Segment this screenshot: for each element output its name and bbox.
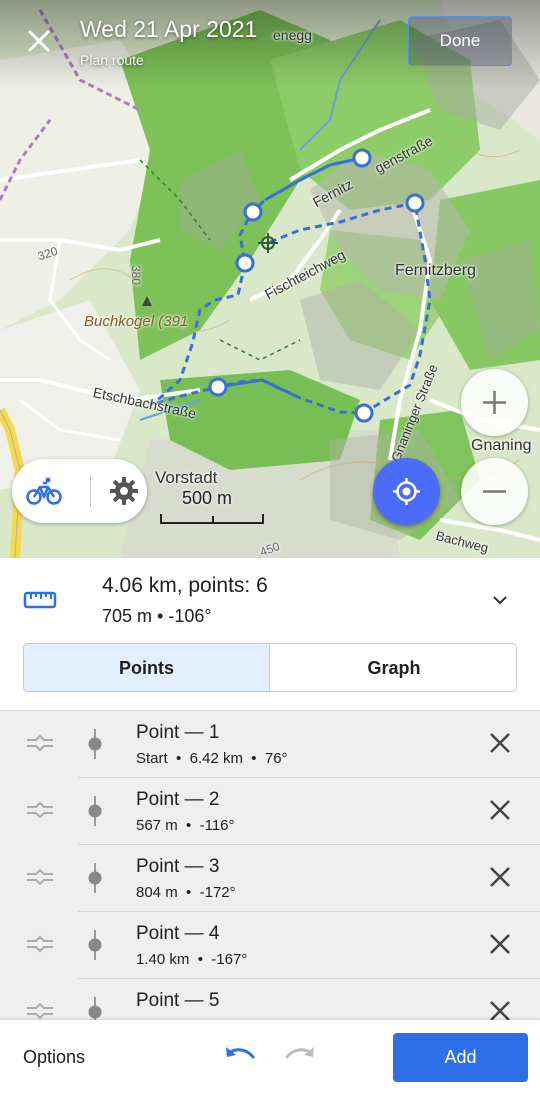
pill-divider [90,475,91,507]
map-scale-label: 500 m [182,488,233,508]
list-item[interactable]: Point — 4 1.40 km • -167° [0,912,540,979]
bicycle-icon [26,477,62,505]
redo-icon[interactable] [282,1042,318,1072]
route-elevation-info: 705 m • -106° [102,606,212,626]
drag-handle-icon[interactable] [25,867,55,887]
close-icon[interactable] [484,794,516,826]
point-title: Point — 4 [136,923,220,944]
map-label-enegg: enegg [273,27,312,43]
map-scale-bar [160,514,264,524]
done-button[interactable]: Done [408,16,512,66]
drag-handle-icon[interactable] [25,800,55,820]
bottom-action-bar: Options Add [0,1020,540,1094]
list-item[interactable]: Point — 5 [0,979,540,1020]
drag-handle-icon[interactable] [25,733,55,753]
crosshair-icon [393,478,420,505]
gear-icon [110,477,138,505]
map-label-vorstadt: Vorstadt [155,468,218,487]
page-title: Wed 21 Apr 2021 [80,16,258,42]
close-button[interactable] [18,20,60,62]
map-label-buchkogel: Buchkogel (391 [84,313,189,330]
point-meta: Start • 6.42 km • 76° [136,750,288,767]
point-marker-icon [88,930,102,960]
page-subtitle: Plan route [80,52,144,68]
point-marker-icon [88,997,102,1020]
route-distance-points: 4.06 km, points: 6 [102,574,268,597]
point-marker-icon [88,796,102,826]
minus-icon [483,490,506,493]
route-settings-button[interactable] [108,475,140,507]
point-marker-icon [88,863,102,893]
list-item[interactable]: Point — 2 567 m • -116° [0,778,540,845]
map-label-fernitzberg: Fernitzberg [395,262,476,279]
close-icon[interactable] [484,928,516,960]
list-item[interactable]: Point — 1 Start • 6.42 km • 76° [0,711,540,778]
point-meta: 804 m • -172° [136,884,236,901]
close-icon [28,30,50,52]
drag-handle-icon[interactable] [25,1001,55,1020]
map-label-gnaning: Gnaning [471,437,532,454]
zoom-out-button[interactable] [461,458,528,525]
list-item[interactable]: Point — 3 804 m • -172° [0,845,540,912]
point-title: Point — 1 [136,722,220,743]
view-tabs: Points Graph [23,643,517,692]
chevron-down-icon[interactable] [488,588,512,612]
close-icon[interactable] [484,995,516,1020]
close-icon[interactable] [484,861,516,893]
add-button[interactable]: Add [393,1033,528,1082]
close-icon[interactable] [484,727,516,759]
routing-mode-pill [12,459,147,523]
tab-graph[interactable]: Graph [270,644,516,691]
options-button[interactable]: Options [23,1047,85,1068]
point-meta: 1.40 km • -167° [136,951,248,968]
zoom-in-button[interactable] [461,369,528,436]
my-location-button[interactable] [373,458,440,525]
drag-handle-icon[interactable] [25,934,55,954]
plus-icon [483,391,506,414]
points-list[interactable]: Point — 1 Start • 6.42 km • 76° Point — … [0,710,540,1020]
undo-icon[interactable] [222,1042,258,1072]
map-view[interactable]: Fernitzberg Buchkogel (391 Vorstadt Gnan… [0,0,540,558]
point-meta: 567 m • -116° [136,817,235,834]
ruler-icon [23,591,57,609]
point-title: Point — 2 [136,789,220,810]
tab-points[interactable]: Points [24,644,270,691]
bicycle-profile-button[interactable] [26,473,62,509]
map-label-elevation-380: 380 [129,265,143,286]
point-title: Point — 3 [136,856,220,877]
point-title: Point — 5 [136,990,220,1011]
point-marker-icon [88,729,102,759]
